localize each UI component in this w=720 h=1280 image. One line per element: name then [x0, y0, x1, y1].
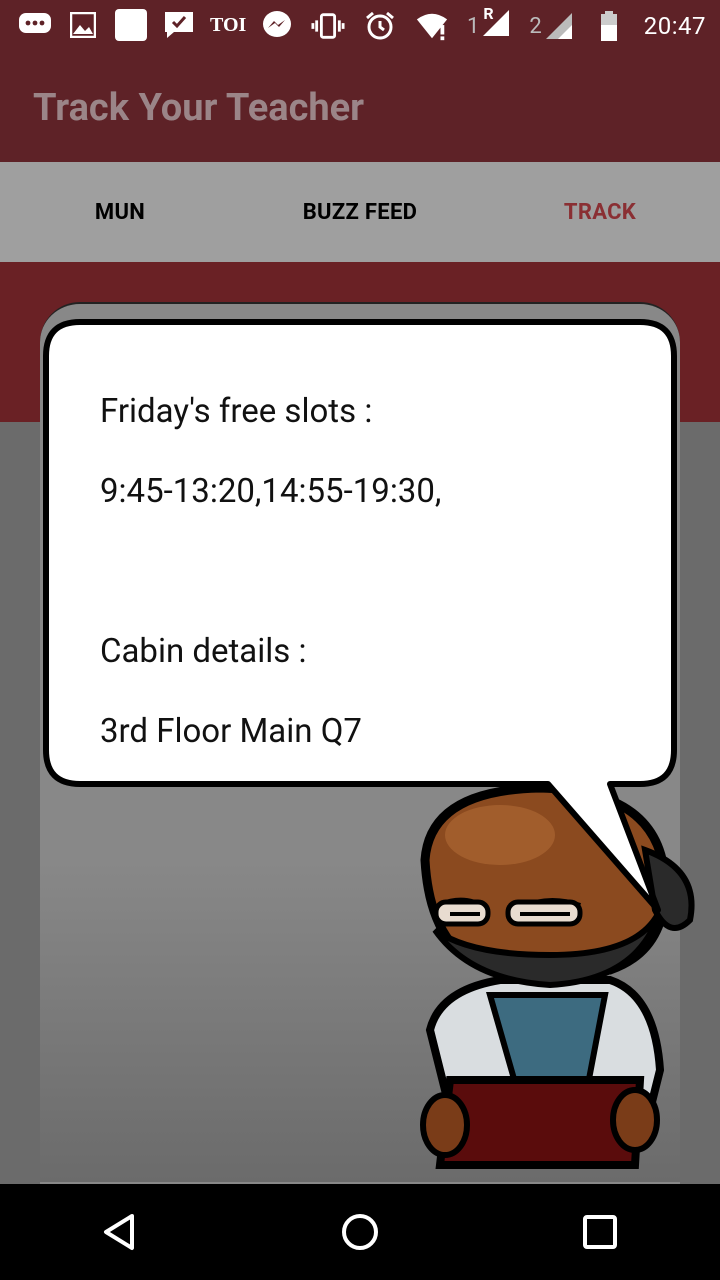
recents-icon — [583, 1215, 617, 1249]
slots-label: Friday's free slots : — [100, 392, 373, 431]
home-icon — [342, 1214, 378, 1250]
slots-value: 9:45-13:20,14:55-19:30, — [100, 472, 442, 511]
teacher-info: Friday's free slots : 9:45-13:20,14:55-1… — [100, 352, 640, 792]
cabin-value: 3rd Floor Main Q7 — [100, 712, 362, 751]
cabin-label: Cabin details : — [100, 632, 307, 671]
navigation-bar — [0, 1184, 720, 1280]
back-icon — [104, 1214, 134, 1250]
home-button[interactable] — [320, 1192, 400, 1272]
back-button[interactable] — [80, 1192, 160, 1272]
recents-button[interactable] — [560, 1192, 640, 1272]
